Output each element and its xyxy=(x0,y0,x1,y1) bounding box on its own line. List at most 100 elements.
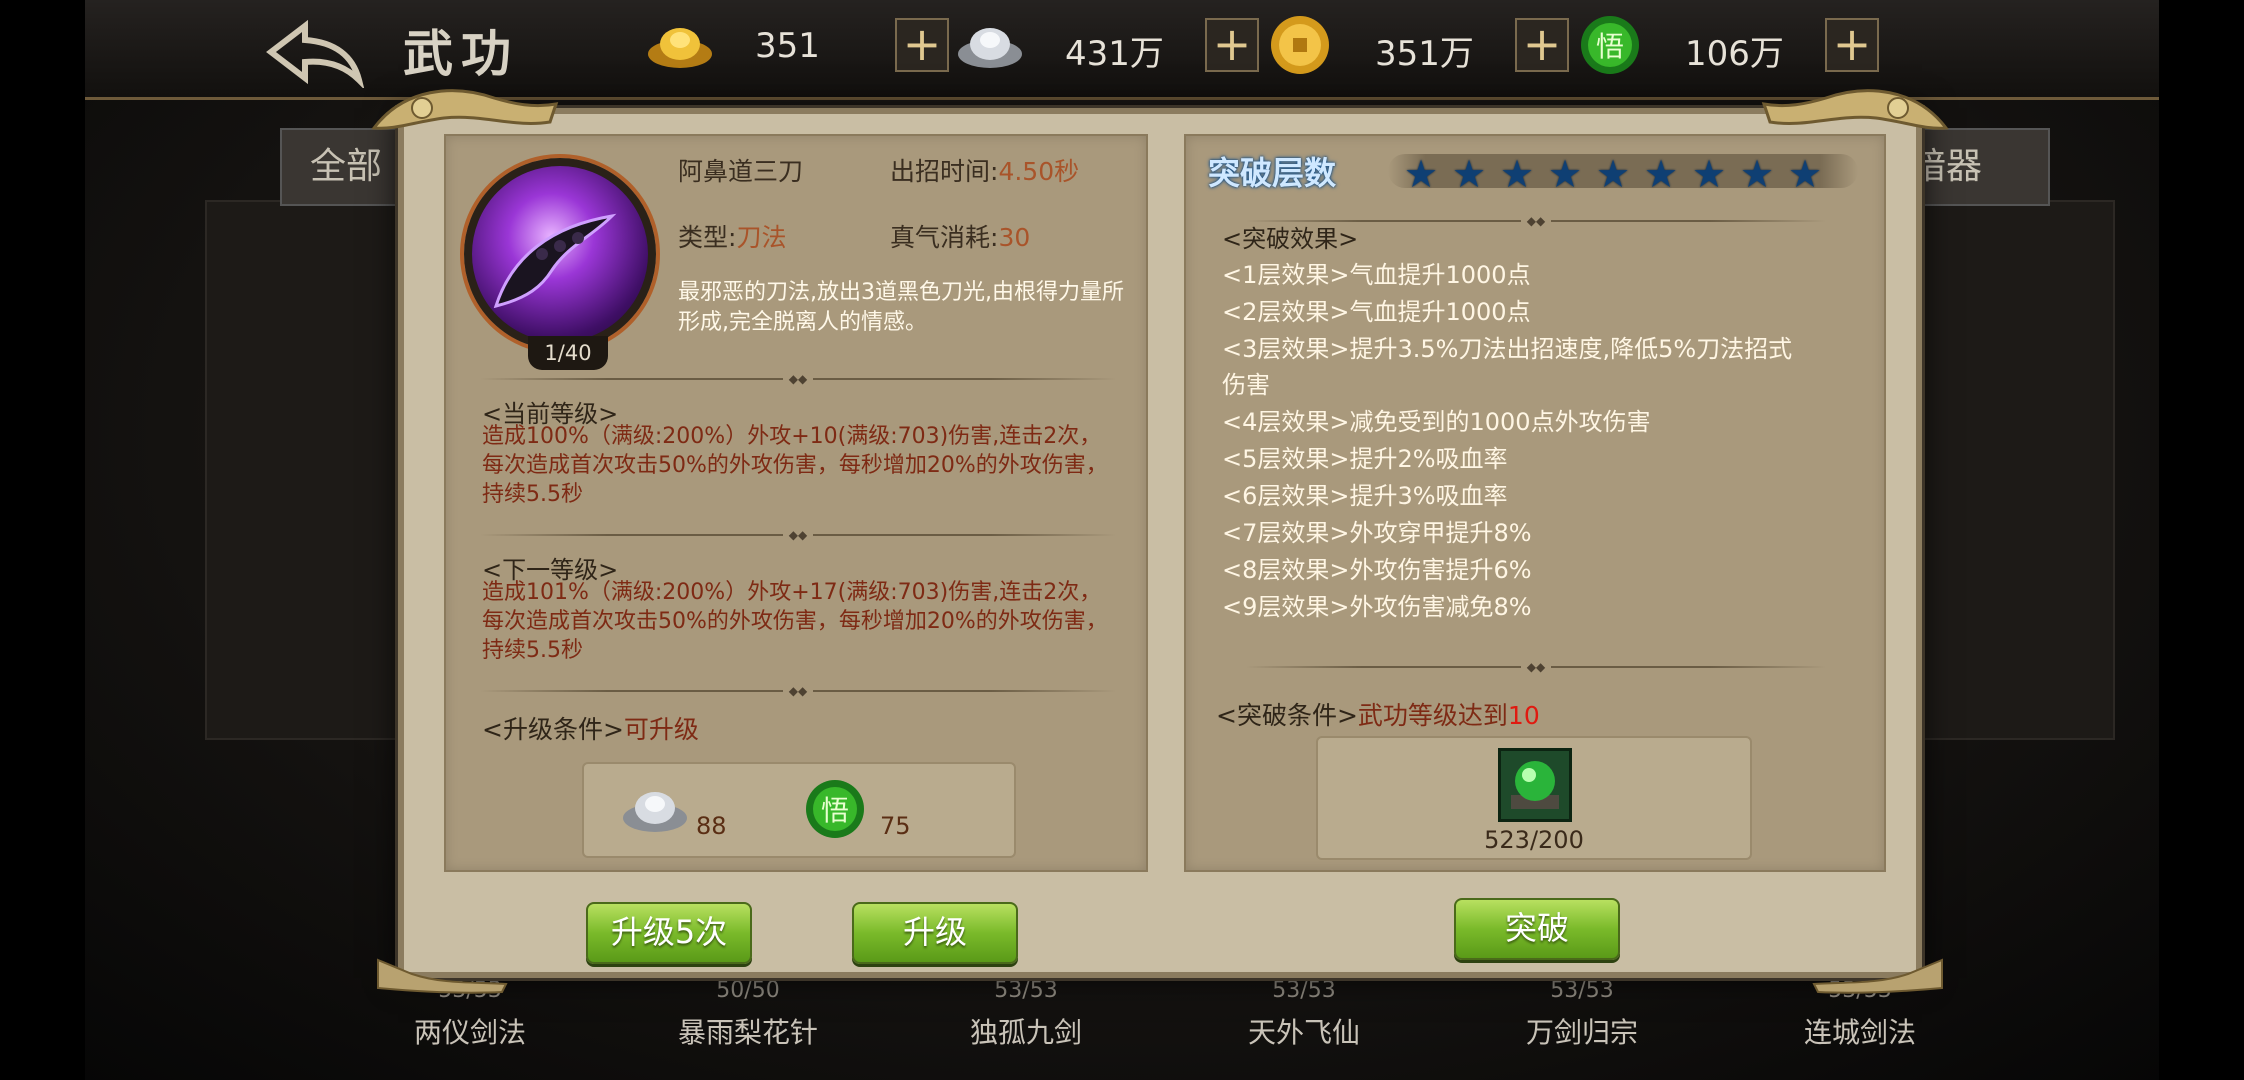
add-insight-button[interactable]: + xyxy=(1825,18,1879,72)
upgrade-condition-value: 可升级 xyxy=(623,715,699,744)
skill-name: 阿鼻道三刀 xyxy=(678,157,804,186)
breakthrough-button[interactable]: 突破 xyxy=(1454,898,1620,960)
current-level-text: 造成100%（满级:200%）外攻+10(满级:703)伤害,连击2次，每次造成… xyxy=(482,424,1108,507)
skill-name-label: 连城剑法 xyxy=(1803,1016,1916,1049)
screen-left-border xyxy=(0,0,85,1080)
upgrade-condition-label: <升级条件> xyxy=(482,715,624,744)
svg-text:悟: 悟 xyxy=(821,794,849,827)
breakthrough-condition: <突破条件>武功等级达到10 xyxy=(1216,696,1540,732)
breakthrough-header: 突破层数 ★ ★ ★ ★ ★ ★ ★ ★ ★ xyxy=(1198,144,1878,196)
blade-skill-icon[interactable] xyxy=(464,158,656,350)
back-button[interactable] xyxy=(265,18,365,90)
list-item[interactable]: 53/53 独孤九剑 xyxy=(926,978,1126,1051)
skill-name-label: 万剑归宗 xyxy=(1525,1016,1638,1049)
resource-coin: 351万 + xyxy=(1265,10,1605,80)
cast-time-row: 出招时间:4.50秒 xyxy=(890,152,1079,188)
silver-cost-value: 88 xyxy=(696,812,727,840)
breakthrough-effect-4: <4层效果>减免受到的1000点外攻伤害 xyxy=(1222,408,1651,436)
material-slot[interactable] xyxy=(1498,748,1572,822)
green-pearl-icon xyxy=(1511,761,1559,809)
qi-cost-row: 真气消耗:30 xyxy=(890,218,1030,254)
black-blade-icon xyxy=(493,213,617,309)
breakthrough-material-box: 523/200 xyxy=(1316,736,1752,860)
skill-name-label: 两仪剑法 xyxy=(413,1016,526,1049)
skill-name-label: 独孤九剑 xyxy=(969,1016,1082,1049)
breakthrough-effect-7: <7层效果>外攻穿甲提升8% xyxy=(1222,519,1532,547)
upgrade-condition: <升级条件>可升级 xyxy=(482,710,699,746)
skill-level-label: 53/53 xyxy=(1272,978,1336,1003)
star-icon: ★ xyxy=(1500,152,1535,196)
gold-ingot-icon xyxy=(648,28,712,68)
upgrade-button[interactable]: 升级 xyxy=(852,902,1018,964)
divider: ◆◆ xyxy=(480,528,1116,542)
breakthrough-condition-text: 武功等级达到 xyxy=(1357,701,1508,730)
insight-cost-value: 75 xyxy=(880,812,911,840)
resource-value: 351万 xyxy=(1375,34,1474,74)
skill-level-label: 53/53 xyxy=(994,978,1058,1003)
material-count: 523/200 xyxy=(1484,826,1584,854)
screen-right-border xyxy=(2159,0,2244,1080)
skill-name-label: 天外飞仙 xyxy=(1247,1016,1360,1049)
add-gold-button[interactable]: + xyxy=(895,18,949,72)
breakthrough-stars: ★ ★ ★ ★ ★ ★ ★ ★ ★ xyxy=(1388,152,1858,196)
silver-ingot-icon xyxy=(958,28,1022,68)
ornament-corner-icon xyxy=(1761,89,1949,130)
cast-time-value: 4.50秒 xyxy=(998,157,1080,186)
add-silver-button[interactable]: + xyxy=(1205,18,1259,72)
star-icon: ★ xyxy=(1788,152,1823,196)
breakthrough-effect-6: <6层效果>提升3%吸血率 xyxy=(1222,482,1508,510)
cast-time-label: 出招时间: xyxy=(890,157,999,186)
breakthrough-title: 突破层数 xyxy=(1208,154,1337,192)
ornament-corner-icon xyxy=(371,89,559,130)
svg-text:悟: 悟 xyxy=(1596,30,1624,63)
divider: ◆◆ xyxy=(480,684,1116,698)
list-item[interactable]: 53/53 天外飞仙 xyxy=(1204,978,1404,1051)
ornament-corner-icon xyxy=(377,958,508,994)
type-label: 类型: xyxy=(678,223,737,252)
star-icon: ★ xyxy=(1404,152,1439,196)
breakthrough-effect-8: <8层效果>外攻伤害提升6% xyxy=(1222,556,1532,584)
skill-level-badge: 1/40 xyxy=(528,336,608,370)
page-title: 武功 xyxy=(403,24,519,83)
breakthrough-effect-9: <9层效果>外攻伤害减免8% xyxy=(1222,593,1532,621)
breakthrough-condition-label: <突破条件> xyxy=(1216,701,1358,730)
add-coin-button[interactable]: + xyxy=(1515,18,1569,72)
breakthrough-effect-1: <1层效果>气血提升1000点 xyxy=(1222,261,1531,289)
skill-name-label: 暴雨梨花针 xyxy=(677,1016,818,1049)
insight-orb-icon: 悟 xyxy=(806,780,864,838)
type-value: 刀法 xyxy=(736,223,787,252)
silver-ingot-icon xyxy=(623,792,687,832)
divider: ◆◆ xyxy=(480,372,1116,386)
resource-value: 106万 xyxy=(1685,34,1784,74)
star-icon: ★ xyxy=(1692,152,1727,196)
resource-insight: 悟 106万 + xyxy=(1575,10,1915,80)
skill-description: 最邪恶的刀法,放出3道黑色刀光,由根得力量所形成,完全脱离人的情感。 xyxy=(678,280,1124,335)
star-icon: ★ xyxy=(1596,152,1631,196)
breakthrough-panel: 突破层数 ★ ★ ★ ★ ★ ★ ★ ★ ★ ◆◆ <突破效果> <1层效果>气… xyxy=(1184,134,1886,872)
resource-value: 431万 xyxy=(1065,34,1164,74)
upgrade-cost-box: 88 悟 75 xyxy=(582,762,1016,858)
skill-level-label: 50/50 xyxy=(716,978,780,1003)
upgrade-5-times-button[interactable]: 升级5次 xyxy=(586,902,752,964)
resource-gold: 351 + xyxy=(645,10,985,80)
skill-info-panel: 1/40 阿鼻道三刀 出招时间:4.50秒 类型:刀法 真气消耗:30 最邪恶的… xyxy=(444,134,1148,872)
list-item[interactable]: 53/53 万剑归宗 xyxy=(1482,978,1682,1051)
list-item[interactable]: 50/50 暴雨梨花针 xyxy=(648,978,848,1051)
resource-value: 351 xyxy=(755,26,820,66)
breakthrough-effect-5: <5层效果>提升2%吸血率 xyxy=(1222,445,1508,473)
back-arrow-icon xyxy=(266,19,365,90)
breakthrough-condition-value: 10 xyxy=(1507,701,1540,730)
divider: ◆◆ xyxy=(1246,660,1826,674)
breakthrough-effect-3-cont: 伤害 xyxy=(1222,371,1270,399)
copper-coin-icon xyxy=(1271,16,1329,74)
skill-detail-dialog: 1/40 阿鼻道三刀 出招时间:4.50秒 类型:刀法 真气消耗:30 最邪恶的… xyxy=(371,89,1949,994)
insight-orb-icon: 悟 xyxy=(1581,16,1639,74)
breakthrough-effect-3: <3层效果>提升3.5%刀法出招速度,降低5%刀法招式 xyxy=(1222,335,1793,363)
breakthrough-effect-2: <2层效果>气血提升1000点 xyxy=(1222,298,1531,326)
qi-cost-label: 真气消耗: xyxy=(890,223,999,252)
breakthrough-effects-header: <突破效果> xyxy=(1222,225,1359,253)
qi-cost-value: 30 xyxy=(998,223,1031,252)
star-icon: ★ xyxy=(1452,152,1487,196)
skill-level-label: 53/53 xyxy=(1550,978,1614,1003)
next-level-text: 造成101%（满级:200%）外攻+17(满级:703)伤害,连击2次，每次造成… xyxy=(482,580,1108,663)
